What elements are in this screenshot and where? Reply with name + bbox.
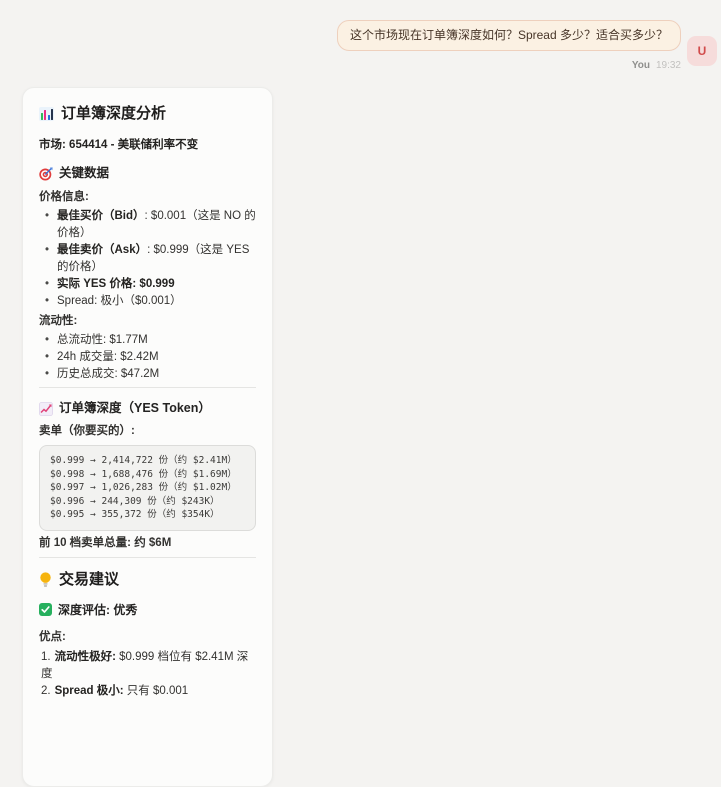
divider [39,557,256,558]
user-message-bubble: 这个市场现在订单簿深度如何？Spread 多少？适合买多少？ [337,20,681,51]
liquidity-label: 流动性: [39,314,256,329]
user-message-row: 这个市场现在订单簿深度如何？Spread 多少？适合买多少？ You 19:32 [337,20,681,71]
target-icon [39,167,53,181]
lightbulb-icon [39,572,52,588]
chart-up-icon [39,402,53,416]
assessment-text: 深度评估: 优秀 [58,602,137,618]
total-label: 前 10 档卖单总量: 约 $6M [39,536,256,551]
orderbook-line: $0.995 → 355,372 份（约 $354K） [50,508,245,522]
orderbook-analysis-card: 订单簿深度分析 市场: 654414 - 美联储利率不变 关键数据 价格信息: … [22,87,273,787]
pros-label: 优点: [39,630,256,645]
orderbook-line: $0.999 → 2,414,722 份（约 $2.41M） [50,454,245,468]
advice-heading-row: 交易建议 [39,570,256,590]
sell-orders-label: 卖单（你要买的）: [39,424,256,439]
orderbook-heading: 订单簿深度（YES Token） [59,400,211,417]
pros-list: 1.流动性极好: $0.999 档位有 $2.41M 深度 2.Spread 极… [39,649,256,700]
price-bullet-list: 最佳买价（Bid）: $0.001（这是 NO 的价格） 最佳卖价（Ask）: … [39,208,256,310]
market-line: 市场: 654414 - 美联储利率不变 [39,138,256,153]
list-item: Spread: 极小（$0.001） [45,293,256,310]
key-data-heading-row: 关键数据 [39,165,256,182]
market-label: 市场: [39,139,66,151]
orderbook-line: $0.998 → 1,688,476 份（约 $1.69M） [50,468,245,482]
list-item: 1.流动性极好: $0.999 档位有 $2.41M 深度 [41,649,256,683]
market-value: 654414 - 美联储利率不变 [69,139,198,151]
check-icon [39,603,52,616]
list-item: 总流动性: $1.77M [45,332,256,349]
list-item: 最佳卖价（Ask）: $0.999（这是 YES 的价格） [45,242,256,276]
price-info-label: 价格信息: [39,190,256,205]
report-title-row: 订单簿深度分析 [39,104,256,124]
message-time: 19:32 [656,60,681,71]
user-avatar[interactable]: U [687,36,717,66]
list-item: 实际 YES 价格: $0.999 [45,276,256,293]
liquidity-bullet-list: 总流动性: $1.77M 24h 成交量: $2.42M 历史总成交: $47.… [39,332,256,383]
list-item: 2.Spread 极小: 只有 $0.001 [41,683,256,700]
advice-heading: 交易建议 [59,570,119,590]
assessment-row: 深度评估: 优秀 [39,602,256,618]
divider [39,387,256,388]
list-item: 最佳买价（Bid）: $0.001（这是 NO 的价格） [45,208,256,242]
orderbook-code-block: $0.999 → 2,414,722 份（约 $2.41M）$0.998 → 1… [39,445,256,531]
message-meta: You 19:32 [337,60,681,71]
sender-name: You [632,60,650,71]
report-title: 订单簿深度分析 [61,104,166,124]
user-message-text: 这个市场现在订单簿深度如何？Spread 多少？适合买多少？ [350,28,668,42]
key-data-heading: 关键数据 [59,165,109,182]
orderbook-line: $0.997 → 1,026,283 份（约 $1.02M） [50,481,245,495]
orderbook-line: $0.996 → 244,309 份（约 $243K） [50,495,245,509]
list-item: 24h 成交量: $2.42M [45,349,256,366]
list-item: 历史总成交: $47.2M [45,366,256,383]
bar-chart-icon [39,107,54,121]
orderbook-heading-row: 订单簿深度（YES Token） [39,400,256,417]
